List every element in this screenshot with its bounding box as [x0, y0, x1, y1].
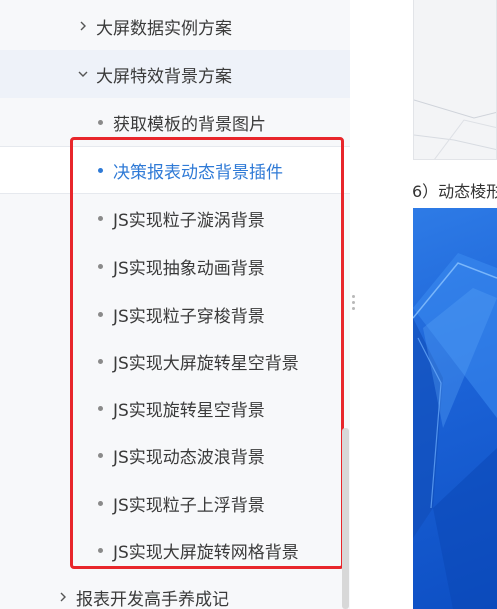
- sidebar-item-label: JS实现粒子穿梭背景: [113, 306, 265, 327]
- sidebar-item-rotating-starfield[interactable]: JS实现旋转星空背景: [0, 384, 350, 432]
- bullet-dot-icon: [98, 358, 103, 364]
- sidebar-item-bigscreen-data-examples[interactable]: 大屏数据实例方案: [0, 2, 350, 50]
- sidebar-item-dynamic-background-plugin[interactable]: 决策报表动态背景插件: [0, 146, 350, 194]
- preview-image-top: [413, 0, 497, 160]
- chevron-right-icon: [56, 592, 70, 602]
- bullet-dot-icon: [98, 311, 103, 317]
- sidebar-item-bigscreen-effect-backgrounds[interactable]: 大屏特效背景方案: [0, 50, 350, 98]
- sidebar-scrollbar-thumb[interactable]: [342, 428, 349, 609]
- chevron-down-icon: [76, 69, 90, 79]
- sidebar-item-particle-vortex[interactable]: JS实现粒子漩涡背景: [0, 194, 350, 242]
- sidebar-item-template-background-image[interactable]: 获取模板的背景图片: [0, 98, 350, 146]
- sidebar-item-label: JS实现旋转星空背景: [113, 400, 265, 421]
- bullet-dot-icon: [98, 547, 103, 553]
- sidebar-item-label: JS实现动态波浪背景: [113, 447, 265, 468]
- sidebar-item-label: JS实现大屏旋转网格背景: [113, 542, 299, 563]
- bullet-dot-icon: [98, 405, 103, 411]
- sidebar-item-bigscreen-rotating-grid[interactable]: JS实现大屏旋转网格背景: [0, 526, 350, 574]
- sidebar-item-label: 获取模板的背景图片: [113, 114, 266, 135]
- sidebar-item-label: 大屏特效背景方案: [96, 66, 232, 87]
- sidebar-item-label: 决策报表动态背景插件: [113, 162, 283, 183]
- sidebar-nav: 大屏数据实例方案 大屏特效背景方案 获取模板的背景图片 决策报表动态背景插件 J…: [0, 0, 350, 609]
- sidebar-item-label: 报表开发高手养成记: [76, 589, 229, 609]
- sidebar-item-label: 大屏数据实例方案: [96, 18, 232, 39]
- preview-image-blue-background: [413, 208, 497, 609]
- bullet-dot-icon: [98, 119, 103, 125]
- sidebar-item-abstract-animation[interactable]: JS实现抽象动画背景: [0, 242, 350, 290]
- sidebar-item-particle-float[interactable]: JS实现粒子上浮背景: [0, 479, 350, 527]
- bullet-dot-icon: [98, 500, 103, 506]
- sidebar-item-label: JS实现粒子上浮背景: [113, 495, 265, 516]
- bullet-dot-icon: [98, 167, 103, 173]
- figure-caption: 6）动态棱形: [412, 182, 497, 201]
- sidebar-item-label: JS实现粒子漩涡背景: [113, 210, 265, 231]
- sidebar-item-label: JS实现大屏旋转星空背景: [113, 353, 299, 374]
- drag-handle-icon[interactable]: [352, 295, 355, 310]
- chevron-right-icon: [76, 21, 90, 31]
- sidebar-item-report-dev-expert[interactable]: 报表开发高手养成记: [0, 574, 350, 609]
- bullet-dot-icon: [98, 452, 103, 458]
- bullet-dot-icon: [98, 215, 103, 221]
- bullet-dot-icon: [98, 263, 103, 269]
- sidebar-item-dynamic-wave[interactable]: JS实现动态波浪背景: [0, 431, 350, 479]
- sidebar-item-bigscreen-rotating-starfield[interactable]: JS实现大屏旋转星空背景: [0, 337, 350, 385]
- content-area: 6）动态棱形: [356, 0, 497, 609]
- sidebar-item-label: JS实现抽象动画背景: [113, 258, 265, 279]
- sidebar-item-particle-shuttle[interactable]: JS实现粒子穿梭背景: [0, 290, 350, 338]
